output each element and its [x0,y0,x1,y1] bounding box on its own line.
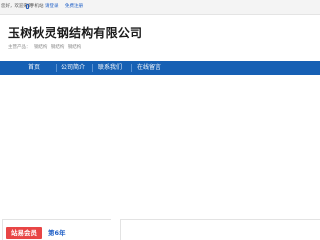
register-link[interactable]: 免费注册 [65,0,83,14]
login-link[interactable]: 请登录 [45,0,59,14]
products-label: 主营产品： [8,45,31,50]
company-title: 玉树秋灵钢结构有限公司 [8,26,143,40]
nav-divider [56,64,57,72]
top-bar: 您好，欢迎来到 手机站 请登录 免费注册 [0,0,320,15]
member-years: 第6年 [48,229,66,237]
mobile-site-link[interactable]: 手机站 [30,0,44,14]
product-link[interactable]: 钢结构 [51,45,65,50]
nav-item-about[interactable]: 公司简介 [61,61,85,75]
member-badge: 站易会员 [6,227,42,239]
nav-item-message[interactable]: 在线留言 [137,61,161,75]
nav-divider [131,64,132,72]
main-nav: 首页 公司简介 联系我们 在线留言 [0,61,320,75]
nav-item-contact[interactable]: 联系我们 [98,61,122,75]
main-products: 主营产品： 钢结构 钢结构 钢结构 [8,44,83,50]
nav-item-home[interactable]: 首页 [28,61,40,75]
content-panel [120,219,320,240]
product-link[interactable]: 钢结构 [34,45,48,50]
nav-divider [92,64,93,72]
mobile-phone-icon [26,4,29,9]
product-link[interactable]: 钢结构 [68,45,82,50]
